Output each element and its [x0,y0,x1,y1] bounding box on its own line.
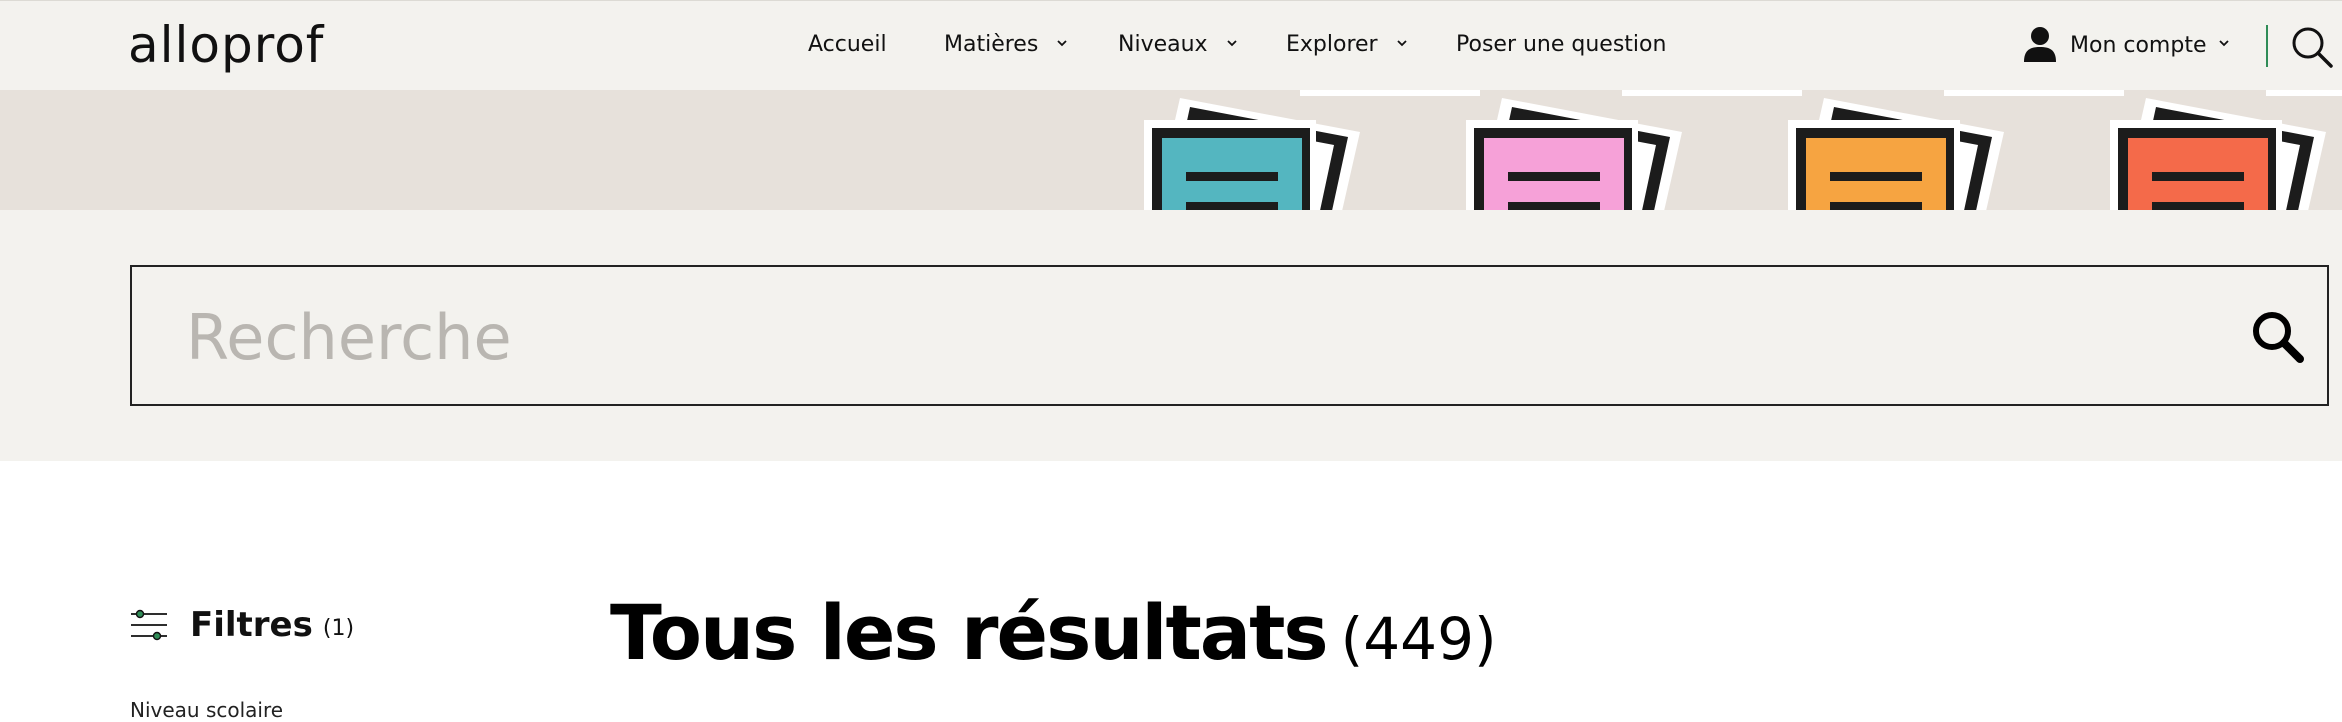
search-icon[interactable] [2250,309,2306,365]
chevron-down-icon [1057,40,1067,47]
document-icon [2110,98,2326,210]
nav-explorer[interactable]: Explorer [1286,28,1409,62]
nav-matieres[interactable]: Matières [944,28,1069,62]
decorative-banner [0,90,2342,210]
nav-accueil-label: Accueil [808,32,887,57]
document-icon [1300,90,2342,96]
chevron-down-icon [2218,40,2229,47]
banner-illustration [1144,90,2342,210]
filters-count: (1) [322,615,355,641]
search-bar [130,265,2329,406]
search-icon[interactable] [2290,25,2334,69]
nav-explorer-label: Explorer [1286,32,1378,57]
account-menu[interactable]: Mon compte [2022,25,2231,65]
filter-sliders-icon [131,609,167,641]
nav-niveaux[interactable]: Niveaux [1118,28,1239,62]
filter-group-niveau-scolaire[interactable]: Niveau scolaire [130,698,283,722]
nav-poser-une-question[interactable]: Poser une question [1456,28,1666,62]
document-icon [1466,98,1682,210]
chevron-down-icon [1226,40,1237,47]
nav-accueil[interactable]: Accueil [808,28,887,62]
document-icon [1144,98,1360,210]
results-title: Tous les résultats [610,588,1329,677]
header-divider [2266,25,2268,67]
search-section [0,210,2342,461]
nav-poser-question-label: Poser une question [1456,32,1667,57]
nav-matieres-label: Matières [944,32,1039,57]
nav-niveaux-label: Niveaux [1118,32,1208,57]
site-header: alloprof Accueil Matières Niveaux Explor… [0,0,2342,90]
chevron-down-icon [1396,40,1407,47]
results-count: (449) [1340,605,1497,673]
results-heading: Tous les résultats (449) [610,588,1497,677]
filters-label: Filtres [190,605,313,645]
search-input[interactable] [186,295,2186,379]
filters-toggle[interactable]: Filtres (1) [130,605,354,645]
account-label: Mon compte [2070,32,2207,58]
alloprof-logo[interactable]: alloprof [128,17,324,73]
user-icon [2024,27,2056,62]
document-icon [1788,98,2004,210]
